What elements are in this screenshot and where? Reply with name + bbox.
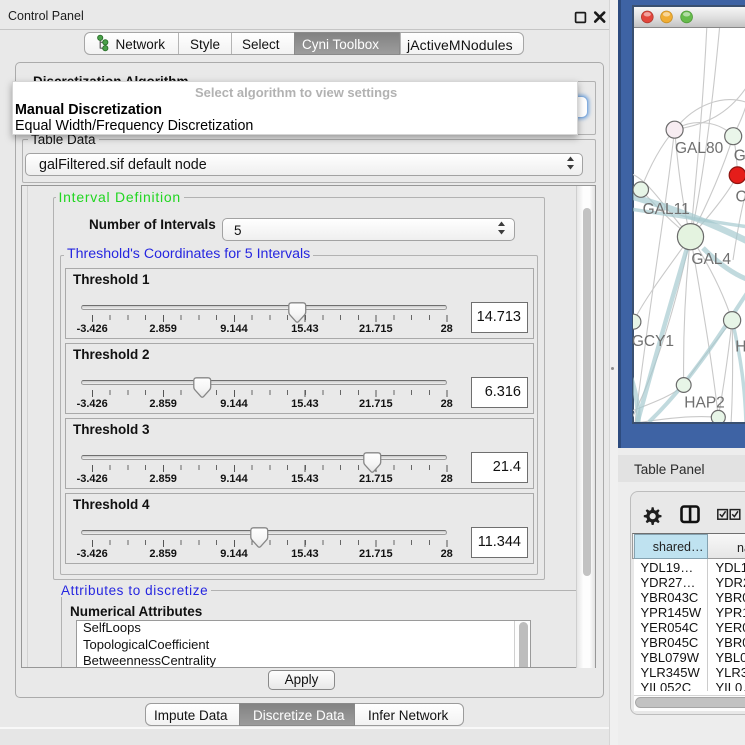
svg-text:CYC8: CYC8 <box>736 188 745 205</box>
svg-text:GAL11: GAL11 <box>643 200 690 217</box>
svg-text:GAL80: GAL80 <box>675 139 724 156</box>
svg-text:GAL4: GAL4 <box>691 251 731 268</box>
svg-text:GAL3: GAL3 <box>734 147 745 164</box>
svg-text:HAP2: HAP2 <box>684 394 725 411</box>
svg-text:GCY1: GCY1 <box>633 332 674 349</box>
svg-text:HIS7: HIS7 <box>735 338 745 355</box>
